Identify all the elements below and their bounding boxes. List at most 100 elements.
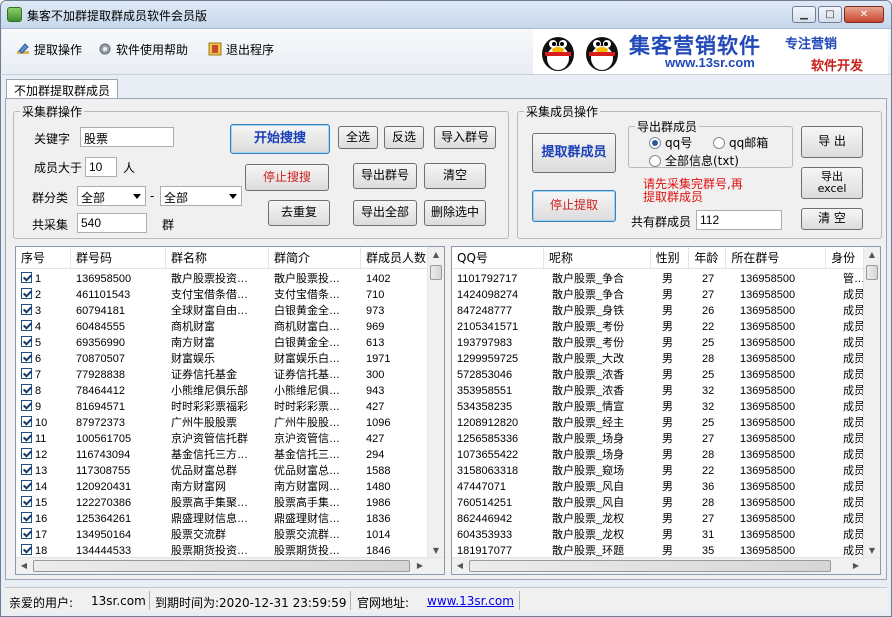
- scroll-right-icon[interactable]: ▶: [848, 558, 864, 574]
- row-checkbox[interactable]: [21, 272, 32, 283]
- table-row[interactable]: 193797983 散户股票_考份男 25 136958500 成员: [452, 335, 878, 351]
- table-row[interactable]: 1 136958500 散户股票投资… 散户股票投… 1402: [16, 271, 429, 287]
- row-checkbox[interactable]: [21, 368, 32, 379]
- column-header[interactable]: 呢称: [544, 247, 651, 269]
- members-gt-input[interactable]: 10: [85, 157, 117, 177]
- table-row[interactable]: 862446942 散户股票_龙权男 27 136958500 成员: [452, 511, 878, 527]
- minimize-button[interactable]: ▁: [792, 6, 816, 23]
- column-header[interactable]: 性别: [651, 247, 690, 269]
- table-row[interactable]: 353958551 散户股票_浓香男 32 136958500 成员: [452, 383, 878, 399]
- table-row[interactable]: 9 81694571 时时彩彩票福彩 时时彩彩票… 427: [16, 399, 429, 415]
- dedupe-button[interactable]: 去重复: [268, 200, 330, 226]
- scroll-thumb[interactable]: [469, 560, 831, 572]
- row-checkbox[interactable]: [21, 384, 32, 395]
- table-row[interactable]: 3 60794181 全球财富自由… 白银黄金全… 973: [16, 303, 429, 319]
- member-table[interactable]: QQ号 呢称 性别 年龄 所在群号 身份 1101792717 散户股票_争合男 27 1369…: [451, 246, 881, 575]
- table-row[interactable]: 8 78464412 小熊维尼俱乐部 小熊维尼俱… 943: [16, 383, 429, 399]
- export-members-button[interactable]: 导 出: [801, 126, 863, 158]
- table-row[interactable]: 14 120920431 南方财富网 南方财富网… 1480: [16, 479, 429, 495]
- row-checkbox[interactable]: [21, 304, 32, 315]
- title-bar[interactable]: 集客不加群提取群成员软件会员版 ▁ □ ✕: [1, 1, 891, 29]
- delete-selected-button[interactable]: 删除选中: [424, 200, 486, 226]
- export-excel-button[interactable]: 导出 excel: [801, 167, 863, 199]
- invert-selection-button[interactable]: 反选: [384, 126, 424, 149]
- scroll-up-icon[interactable]: ▲: [864, 247, 880, 263]
- scroll-up-icon[interactable]: ▲: [428, 247, 444, 263]
- export-all-button[interactable]: 导出全部: [353, 200, 417, 226]
- clear-groups-button[interactable]: 清空: [424, 163, 486, 189]
- row-checkbox[interactable]: [21, 528, 32, 539]
- row-checkbox[interactable]: [21, 464, 32, 475]
- table-row[interactable]: 847248777 散户股票_身铁男 26 136958500 成员: [452, 303, 878, 319]
- ad-banner[interactable]: 集客营销软件 专注营销 www.13sr.com 软件开发: [533, 29, 888, 74]
- table-row[interactable]: 16 125364261 鼎盛理财信息… 鼎盛理财信… 1836: [16, 511, 429, 527]
- table-row[interactable]: 534358235 散户股票_情宣男 32 136958500 成员: [452, 399, 878, 415]
- scroll-left-icon[interactable]: ◀: [452, 558, 468, 574]
- table-row[interactable]: 1073655422 散户股票_场身男 28 136958500 成员: [452, 447, 878, 463]
- column-header[interactable]: 群成员人数: [361, 247, 429, 269]
- table-row[interactable]: 1424098274 散户股票_争合男 27 136958500 成员: [452, 287, 878, 303]
- group-table[interactable]: 序号 群号码 群名称 群简介 群成员人数 1 136958500 散户股票投资… 散户股票投……: [15, 246, 445, 575]
- select-all-button[interactable]: 全选: [338, 126, 378, 149]
- keyword-input[interactable]: 股票: [80, 127, 174, 147]
- table-row[interactable]: 3158063318 散户股票_窥场男 22 136958500 成员: [452, 463, 878, 479]
- category-select-secondary[interactable]: 全部: [160, 186, 242, 206]
- row-checkbox[interactable]: [21, 432, 32, 443]
- member-table-hscrollbar[interactable]: ◀ ▶: [452, 557, 880, 574]
- column-header[interactable]: 年龄: [689, 247, 727, 269]
- stop-extract-button[interactable]: 停止提取: [532, 190, 616, 222]
- table-row[interactable]: 1299959725 散户股票_大改男 28 136958500 成员: [452, 351, 878, 367]
- table-row[interactable]: 6 70870507 财富娱乐 财富娱乐白… 1971: [16, 351, 429, 367]
- table-row[interactable]: 10 87972373 广州牛股股票 广州牛股股… 1096: [16, 415, 429, 431]
- row-checkbox[interactable]: [21, 352, 32, 363]
- row-checkbox[interactable]: [21, 416, 32, 427]
- table-row[interactable]: 604353933 散户股票_龙权男 31 136958500 成员: [452, 527, 878, 543]
- start-search-button[interactable]: 开始搜搜: [230, 124, 330, 154]
- table-row[interactable]: 572853046 散户股票_浓香男 25 136958500 成员: [452, 367, 878, 383]
- scroll-thumb[interactable]: [866, 265, 878, 280]
- table-row[interactable]: 4 60484555 商机财富 商机财富白… 969: [16, 319, 429, 335]
- table-row[interactable]: 13 117308755 优品财富总群 优品财富总… 1588: [16, 463, 429, 479]
- column-header[interactable]: QQ号: [452, 247, 545, 269]
- row-checkbox[interactable]: [21, 288, 32, 299]
- tab-extract-members[interactable]: 不加群提取群成员: [6, 79, 119, 99]
- scroll-left-icon[interactable]: ◀: [16, 558, 32, 574]
- table-row[interactable]: 2 461101543 支付宝借条借… 支付宝借条… 710: [16, 287, 429, 303]
- row-checkbox[interactable]: [21, 336, 32, 347]
- row-checkbox[interactable]: [21, 400, 32, 411]
- extract-members-button[interactable]: 提取群成员: [532, 133, 616, 173]
- radio-qq-number[interactable]: qq号: [649, 134, 692, 151]
- scroll-right-icon[interactable]: ▶: [412, 558, 428, 574]
- radio-qq-mail[interactable]: qq邮箱: [713, 134, 768, 151]
- column-header[interactable]: 群名称: [166, 247, 269, 269]
- scroll-thumb[interactable]: [33, 560, 410, 572]
- category-select-primary[interactable]: 全部: [77, 186, 146, 206]
- group-table-hscrollbar[interactable]: ◀ ▶: [16, 557, 444, 574]
- maximize-button[interactable]: □: [818, 6, 842, 23]
- table-row[interactable]: 47447071 散户股票_风自男 36 136958500 成员: [452, 479, 878, 495]
- extract-menu-button[interactable]: 提取操作: [16, 39, 82, 59]
- column-header[interactable]: 身份: [826, 247, 865, 269]
- table-row[interactable]: 12 116743094 基金信托三方… 基金信托三… 294: [16, 447, 429, 463]
- column-header[interactable]: 序号: [16, 247, 71, 269]
- row-checkbox[interactable]: [21, 496, 32, 507]
- clear-members-button[interactable]: 清 空: [801, 208, 863, 230]
- table-row[interactable]: 2105341571 散户股票_考份男 22 136958500 成员: [452, 319, 878, 335]
- row-checkbox[interactable]: [21, 544, 32, 555]
- column-header[interactable]: 群号码: [71, 247, 166, 269]
- table-row[interactable]: 1256585336 散户股票_场身男 27 136958500 成员: [452, 431, 878, 447]
- help-menu-button[interactable]: 软件使用帮助: [98, 39, 188, 59]
- close-button[interactable]: ✕: [844, 6, 884, 23]
- table-row[interactable]: 7 77928838 证券信托基金 证券信托基… 300: [16, 367, 429, 383]
- stop-search-button[interactable]: 停止搜搜: [245, 164, 329, 191]
- table-row[interactable]: 1101792717 散户股票_争合男 27 136958500 管…: [452, 271, 878, 287]
- table-row[interactable]: 11 100561705 京沪资管信托群 京沪资管信… 427: [16, 431, 429, 447]
- table-row[interactable]: 760514251 散户股票_风自男 28 136958500 成员: [452, 495, 878, 511]
- column-header[interactable]: 所在群号: [726, 247, 827, 269]
- import-groups-button[interactable]: 导入群号: [434, 126, 496, 149]
- member-table-vscrollbar[interactable]: ▲ ▼: [863, 247, 880, 559]
- row-checkbox[interactable]: [21, 512, 32, 523]
- table-row[interactable]: 1208912820 散户股票_经主男 25 136958500 成员: [452, 415, 878, 431]
- table-row[interactable]: 17 134950164 股票交流群 股票交流群… 1014: [16, 527, 429, 543]
- export-groups-button[interactable]: 导出群号: [353, 163, 417, 189]
